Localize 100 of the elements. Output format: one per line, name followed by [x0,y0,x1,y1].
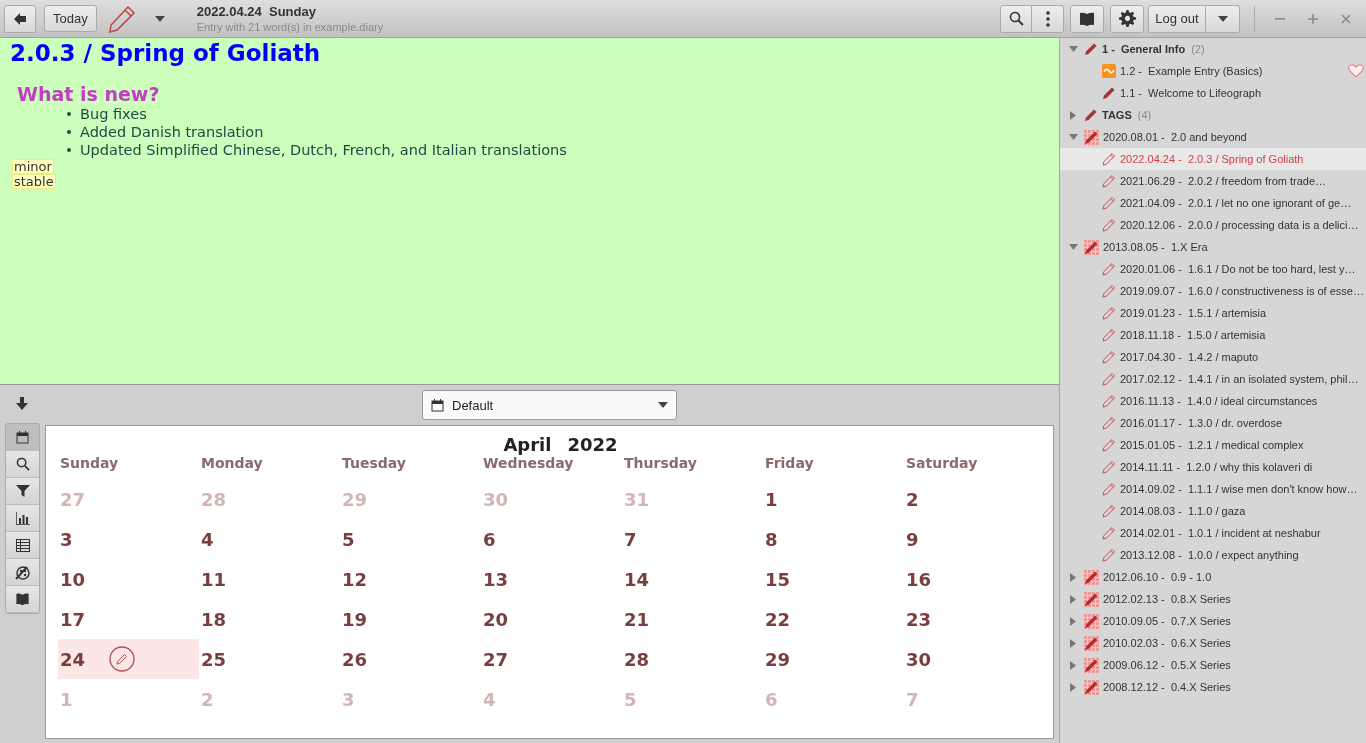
expander-icon[interactable] [1070,616,1076,626]
expander-icon[interactable] [1068,244,1078,250]
tree-row[interactable]: 2015.01.05 - 1.2.1 / medical complex [1060,434,1366,456]
calendar-day[interactable]: 24 [58,639,199,679]
tree-item-label: 2013.08.05 - 1.X Era [1103,241,1208,253]
filter-dropdown[interactable]: Default [422,390,677,420]
tree-row[interactable]: 2009.06.12 - 0.5.X Series [1060,654,1366,676]
tree-row[interactable]: 2014.09.02 - 1.1.1 / wise men don't know how… [1060,478,1366,500]
calendar-day[interactable]: 11 [199,559,340,599]
pencil-icon [1102,548,1116,562]
tag[interactable]: stable [12,174,56,189]
tree-item-label: 2012.02.13 - 0.8.X Series [1103,593,1231,605]
table-tool-button[interactable] [6,532,39,559]
tree-item-label: 1.2 - Example Entry (Basics) [1120,65,1263,77]
tree-item-label: 1.1 - Welcome to Lifeograph [1120,87,1262,99]
map-tool-button[interactable] [6,586,39,613]
tree-row[interactable]: 2018.11.18 - 1.5.0 / artemisia [1060,324,1366,346]
tree-row[interactable]: 2016.11.13 - 1.4.0 / ideal circumstances [1060,390,1366,412]
calendar-day[interactable]: 19 [340,599,481,639]
calendar-day[interactable]: 3 [58,519,199,559]
calendar-day[interactable]: 25 [199,639,340,679]
tree-row[interactable]: 2021.06.29 - 2.0.2 / freedom from trade… [1060,170,1366,192]
calendar-day[interactable]: 18 [199,599,340,639]
calendar-day[interactable]: 21 [622,599,763,639]
logout-button[interactable]: Log out [1148,4,1206,33]
calendar-day[interactable]: 6 [481,519,622,559]
calendar-day[interactable]: 23 [904,599,1045,639]
tree-row[interactable]: 1.2 - Example Entry (Basics) [1060,60,1366,82]
tree-row[interactable]: 2014.02.01 - 1.0.1 / incident at neshabur [1060,522,1366,544]
tree-row[interactable]: 2017.02.12 - 1.4.1 / in an isolated system, phil… [1060,368,1366,390]
tree-row[interactable]: 2013.12.08 - 1.0.0 / expect anything [1060,544,1366,566]
today-button[interactable]: Today [44,5,97,32]
calendar-day[interactable]: 27 [481,639,622,679]
weekday-label: Thursday [623,455,698,473]
calendar-year: 2022 [567,434,618,455]
expander-icon[interactable] [1070,572,1076,582]
down-arrow-icon [16,397,28,410]
expander-icon[interactable] [1068,46,1078,52]
heart-icon[interactable] [1348,64,1364,78]
tree-row[interactable]: 2020.08.01 - 2.0 and beyond [1060,126,1366,148]
tree-row[interactable]: 2021.04.09 - 2.0.1 / let no one ignorant of ge… [1060,192,1366,214]
settings-button[interactable] [1110,4,1144,33]
back-button[interactable] [4,4,36,33]
tree-row[interactable]: 2019.01.23 - 1.5.1 / artemisia [1060,302,1366,324]
theme-tool-button[interactable] [6,559,39,586]
calendar-day[interactable]: 1 [763,479,904,519]
calendar-day[interactable]: 17 [58,599,199,639]
tree-row[interactable]: 1 - General Info (2) [1060,38,1366,60]
tree-row[interactable]: 2016.01.17 - 1.3.0 / dr. overdose [1060,412,1366,434]
tree-row[interactable]: TAGS (4) [1060,104,1366,126]
tree-row[interactable]: 2022.04.24 - 2.0.3 / Spring of Goliath [1060,148,1366,170]
calendar-day[interactable]: 22 [763,599,904,639]
calendar-day[interactable]: 7 [622,519,763,559]
chart-tool-button[interactable] [6,505,39,532]
calendar-day[interactable]: 15 [763,559,904,599]
expander-icon[interactable] [1068,134,1078,140]
menu-button[interactable] [1032,4,1064,33]
tree-row[interactable]: 2012.06.10 - 0.9 - 1.0 [1060,566,1366,588]
expander-icon[interactable] [1070,594,1076,604]
calendar-day[interactable]: 12 [340,559,481,599]
calendar-day[interactable]: 8 [763,519,904,559]
book-button[interactable] [1070,4,1104,33]
calendar-day[interactable]: 13 [481,559,622,599]
tree-row[interactable]: 2020.12.06 - 2.0.0 / processing data is a delici… [1060,214,1366,236]
search-button[interactable] [1000,4,1032,33]
calendar-day[interactable]: 16 [904,559,1045,599]
tag[interactable]: minor [12,159,54,174]
calendar-day[interactable]: 29 [763,639,904,679]
tree-row[interactable]: 2014.11.11 - 1.2.0 / why this kolaveri di [1060,456,1366,478]
logout-dropdown-button[interactable] [1206,4,1240,33]
calendar-day[interactable]: 9 [904,519,1045,559]
tree-row[interactable]: 2020.01.06 - 1.6.1 / Do not be too hard, lest y… [1060,258,1366,280]
tree-row[interactable]: 2014.08.03 - 1.1.0 / gaza [1060,500,1366,522]
tree-row[interactable]: 2019.09.07 - 1.6.0 / constructiveness is of esse… [1060,280,1366,302]
tree-item-label: TAGS [1102,109,1132,121]
tree-row[interactable]: 1.1 - Welcome to Lifeograph [1060,82,1366,104]
tree-row[interactable]: 2017.04.30 - 1.4.2 / maputo [1060,346,1366,368]
calendar-day[interactable]: 30 [904,639,1045,679]
expander-icon[interactable] [1070,638,1076,648]
calendar-day[interactable]: 5 [340,519,481,559]
expander-icon[interactable] [1070,110,1076,120]
bullet-icon [67,130,71,134]
pencil-icon [1102,350,1116,364]
calendar-day[interactable]: 2 [904,479,1045,519]
calendar-day[interactable]: 4 [199,519,340,559]
tree-row[interactable]: 2010.09.05 - 0.7.X Series [1060,610,1366,632]
calendar-day[interactable]: 28 [622,639,763,679]
calendar-tool-button[interactable] [6,424,39,451]
calendar-day[interactable]: 14 [622,559,763,599]
calendar-day[interactable]: 20 [481,599,622,639]
tree-row[interactable]: 2012.02.13 - 0.8.X Series [1060,588,1366,610]
calendar-day[interactable]: 10 [58,559,199,599]
tree-row[interactable]: 2010.02.03 - 0.6.X Series [1060,632,1366,654]
expander-icon[interactable] [1070,660,1076,670]
expander-icon[interactable] [1070,682,1076,692]
calendar-day[interactable]: 26 [340,639,481,679]
filter-tool-button[interactable] [6,478,39,505]
tree-row[interactable]: 2013.08.05 - 1.X Era [1060,236,1366,258]
search-tool-button[interactable] [6,451,39,478]
tree-row[interactable]: 2008.12.12 - 0.4.X Series [1060,676,1366,698]
